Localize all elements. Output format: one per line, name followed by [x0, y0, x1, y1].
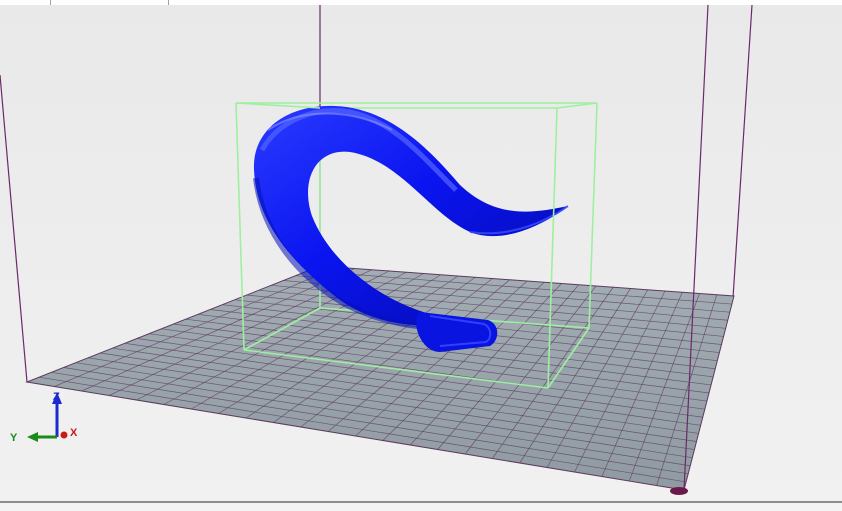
bottom-divider	[0, 501, 842, 511]
viewport-scene[interactable]: Z Y X	[0, 5, 842, 501]
tab-divider	[50, 0, 51, 5]
y-axis-label: Y	[10, 432, 18, 444]
x-axis-dot-icon	[60, 431, 68, 439]
z-axis-label: Z	[53, 391, 60, 403]
x-axis-label: X	[70, 427, 78, 439]
app-window: Z Y X	[0, 0, 842, 511]
tab-divider	[168, 0, 169, 5]
tab-strip	[0, 0, 842, 5]
origin-marker	[670, 487, 688, 495]
3d-viewport[interactable]: Z Y X	[0, 5, 842, 501]
